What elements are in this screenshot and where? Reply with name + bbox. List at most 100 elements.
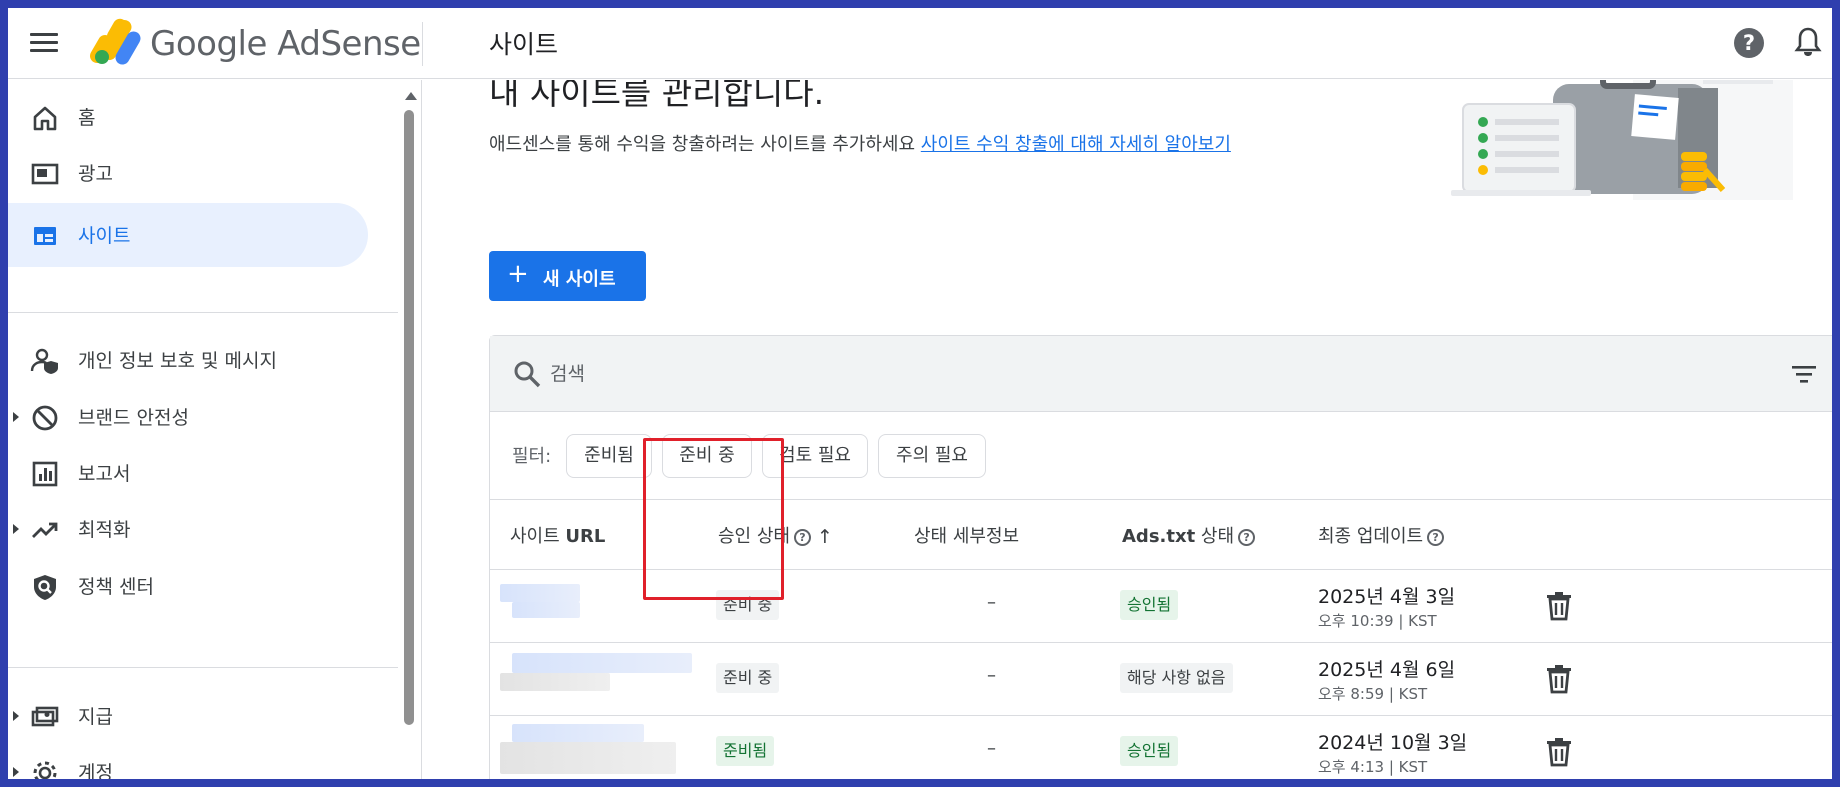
column-header-label-bold: URL — [565, 526, 606, 547]
sidebar-item-sites[interactable]: 사이트 — [8, 203, 368, 267]
expand-arrow-icon[interactable] — [13, 767, 19, 777]
plus-icon: + — [507, 259, 529, 289]
sidebar-item-privacy[interactable]: 개인 정보 보호 및 메시지 — [8, 328, 368, 392]
sort-arrow-up-icon[interactable]: ↑ — [817, 526, 833, 548]
sidebar-item-label: 개인 정보 보호 및 메시지 — [78, 350, 277, 372]
updated-date: 2024년 10월 3일 — [1318, 732, 1468, 754]
ads-icon — [31, 163, 59, 185]
learn-more-link[interactable]: 사이트 수익 창출에 대해 자세히 알아보기 — [921, 134, 1231, 155]
policy-icon — [34, 575, 56, 600]
help-circle-icon[interactable]: ? — [793, 528, 811, 546]
redacted-site-url — [500, 584, 580, 602]
help-icon[interactable]: ? — [1734, 28, 1764, 58]
main-content: 내 사이트를 관리합니다. 애드센스를 통해 수익을 창출하려는 사이트를 추가… — [423, 80, 1832, 779]
sidebar-item-reports[interactable]: 보고서 — [8, 441, 368, 505]
sidebar: 홈 광고 사이트 개인 정보 보호 및 메시지 브랜드 안전성 보고서 최적화 — [8, 80, 422, 779]
trending-up-icon — [32, 522, 58, 538]
column-header-label: 상태 세부정보 — [914, 526, 1020, 547]
block-icon — [32, 405, 58, 431]
search-icon — [514, 361, 541, 388]
updated-time: 오후 4:13 | KST — [1318, 758, 1428, 776]
updated-time: 오후 10:39 | KST — [1318, 612, 1437, 630]
redacted-site-url — [512, 653, 692, 673]
sidebar-item-ads[interactable]: 광고 — [8, 141, 368, 205]
delete-trash-icon[interactable] — [1544, 736, 1574, 768]
privacy-icon — [30, 348, 58, 374]
page-subtitle: 애드센스를 통해 수익을 창출하려는 사이트를 추가하세요 사이트 수익 창출에… — [489, 130, 1231, 156]
expand-arrow-icon[interactable] — [13, 524, 19, 534]
status-detail: – — [987, 738, 996, 759]
app-frame: Google AdSense 사이트 ? 홈 광고 사이트 개인 정보 보호 및… — [8, 8, 1832, 779]
sidebar-item-policy-center[interactable]: 정책 센터 — [8, 554, 368, 618]
menu-icon[interactable] — [30, 30, 58, 54]
redacted-site-url — [500, 673, 610, 691]
column-header-label: 상태 — [1200, 526, 1235, 547]
redacted-site-url — [512, 724, 644, 742]
status-detail: – — [987, 665, 996, 686]
scroll-up-arrow-icon[interactable] — [405, 92, 417, 100]
expand-arrow-icon[interactable] — [13, 412, 19, 422]
filter-chip-ready[interactable]: 준비됨 — [566, 434, 652, 478]
sidebar-item-label: 최적화 — [78, 519, 131, 541]
subtitle-text: 애드센스를 통해 수익을 창출하려는 사이트를 추가하세요 — [489, 134, 916, 155]
ads-txt-status-badge: 해당 사항 없음 — [1120, 663, 1233, 693]
column-header-last-updated[interactable]: 최종 업데이트? — [1318, 522, 1445, 548]
column-header-status-detail[interactable]: 상태 세부정보 — [914, 522, 1019, 548]
column-header-label: 사이트 — [510, 526, 560, 547]
status-detail: – — [987, 592, 996, 613]
help-circle-icon[interactable]: ? — [1427, 528, 1445, 546]
home-icon — [33, 106, 57, 131]
help-circle-icon[interactable]: ? — [1238, 528, 1256, 546]
sidebar-scrollbar[interactable] — [402, 88, 417, 778]
column-header-label-bold: Ads.txt — [1122, 526, 1196, 547]
approval-status-badge: 준비됨 — [716, 736, 775, 766]
highlight-annotation-box — [643, 438, 784, 600]
sidebar-item-label: 지급 — [78, 706, 113, 728]
sites-icon — [34, 227, 56, 245]
scrollbar-thumb[interactable] — [404, 110, 414, 725]
expand-arrow-icon[interactable] — [13, 711, 19, 721]
ads-txt-status-badge: 승인됨 — [1120, 736, 1179, 766]
delete-trash-icon[interactable] — [1544, 663, 1574, 695]
ads-txt-status-badge: 승인됨 — [1120, 590, 1179, 620]
sidebar-item-account[interactable]: 계정 — [8, 740, 368, 779]
sidebar-item-label: 광고 — [78, 163, 113, 185]
filter-list-icon[interactable] — [1790, 362, 1818, 386]
new-site-button[interactable]: + 새 사이트 — [489, 251, 646, 301]
brand-name: Google AdSense — [150, 24, 421, 64]
column-header-label: 최종 업데이트 — [1318, 526, 1424, 547]
new-site-button-label: 새 사이트 — [543, 269, 616, 290]
filter-label: 필터: — [512, 446, 552, 467]
updated-date: 2025년 4월 3일 — [1318, 586, 1456, 608]
table-row[interactable]: 준비됨 – 승인됨 2024년 10월 3일 오후 4:13 | KST — [490, 716, 1832, 779]
sidebar-item-label: 사이트 — [78, 225, 131, 247]
sidebar-item-label: 정책 센터 — [78, 576, 154, 598]
sidebar-item-optimization[interactable]: 최적화 — [8, 497, 368, 561]
sidebar-item-brand-safety[interactable]: 브랜드 안전성 — [8, 385, 368, 449]
updated-date: 2025년 4월 6일 — [1318, 659, 1456, 681]
delete-trash-icon[interactable] — [1544, 590, 1574, 622]
gear-icon — [33, 761, 57, 779]
notification-bell-icon[interactable] — [1794, 26, 1822, 58]
sidebar-item-label: 브랜드 안전성 — [78, 407, 189, 429]
search-bar — [490, 336, 1832, 412]
updated-time: 오후 8:59 | KST — [1318, 685, 1428, 703]
filter-chip-needs-attention[interactable]: 주의 필요 — [878, 434, 986, 478]
sidebar-divider — [8, 667, 398, 668]
page-heading: 내 사이트를 관리합니다. — [489, 80, 825, 112]
search-input[interactable] — [550, 358, 1450, 390]
report-icon — [32, 461, 58, 487]
adsense-logo-icon — [90, 18, 141, 65]
column-header-site-url[interactable]: 사이트 URL — [510, 522, 605, 548]
sidebar-item-home[interactable]: 홈 — [8, 85, 368, 149]
column-header-ads-txt[interactable]: Ads.txt 상태? — [1122, 522, 1256, 548]
redacted-site-url — [500, 742, 676, 774]
sites-illustration — [1451, 80, 1793, 200]
sidebar-divider — [8, 312, 398, 313]
table-row[interactable]: 준비 중 – 해당 사항 없음 2025년 4월 6일 오후 8:59 | KS… — [490, 643, 1832, 716]
payments-icon — [31, 706, 59, 727]
page-title: 사이트 — [489, 30, 559, 59]
approval-status-badge: 준비 중 — [716, 663, 780, 693]
sidebar-item-payments[interactable]: 지급 — [8, 684, 368, 748]
sidebar-item-label: 홈 — [78, 107, 96, 129]
